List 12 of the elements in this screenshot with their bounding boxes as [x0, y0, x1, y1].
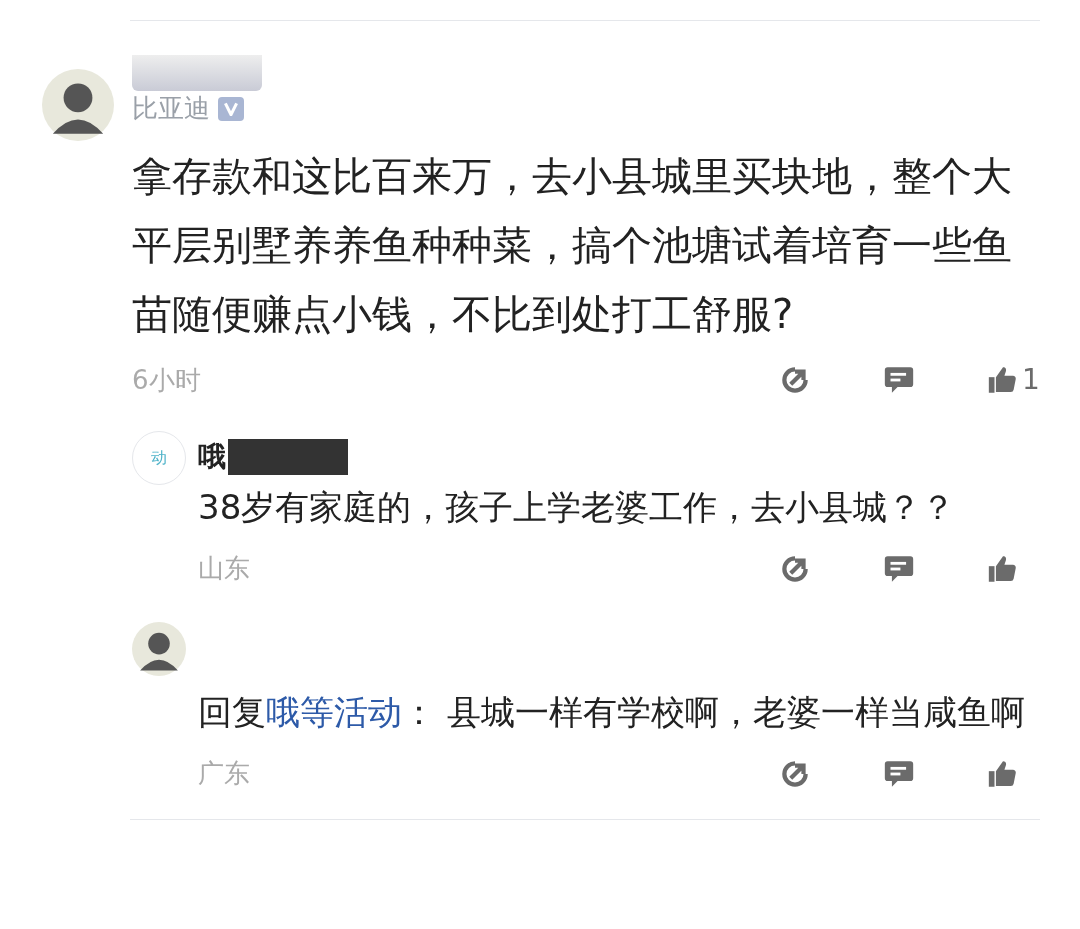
author-name[interactable]: 哦: [198, 436, 226, 478]
comment-text: 拿存款和这比百来万，去小县城里买块地，整个大平层别墅养养鱼种种菜，搞个池塘试着培育一些鱼苗随便赚点小钱，不比到处打工舒服?: [132, 152, 1013, 339]
avatar-icon[interactable]: [42, 69, 114, 141]
reply-text: 回复哦等活动： 县城一样有学校啊，老婆一样当咸鱼啊: [198, 691, 1026, 734]
avatar-label: 动: [151, 447, 167, 469]
reply-text: 38岁有家庭的，孩子上学老婆工作，去小县城？？: [198, 486, 957, 529]
comment-time: 6小时: [132, 363, 201, 397]
like-count: 1: [1022, 362, 1040, 398]
avatar-icon[interactable]: [132, 622, 186, 676]
mention-link[interactable]: 哦等活动: [266, 692, 402, 732]
location: 山东: [198, 552, 250, 585]
location: 广东: [198, 757, 250, 790]
